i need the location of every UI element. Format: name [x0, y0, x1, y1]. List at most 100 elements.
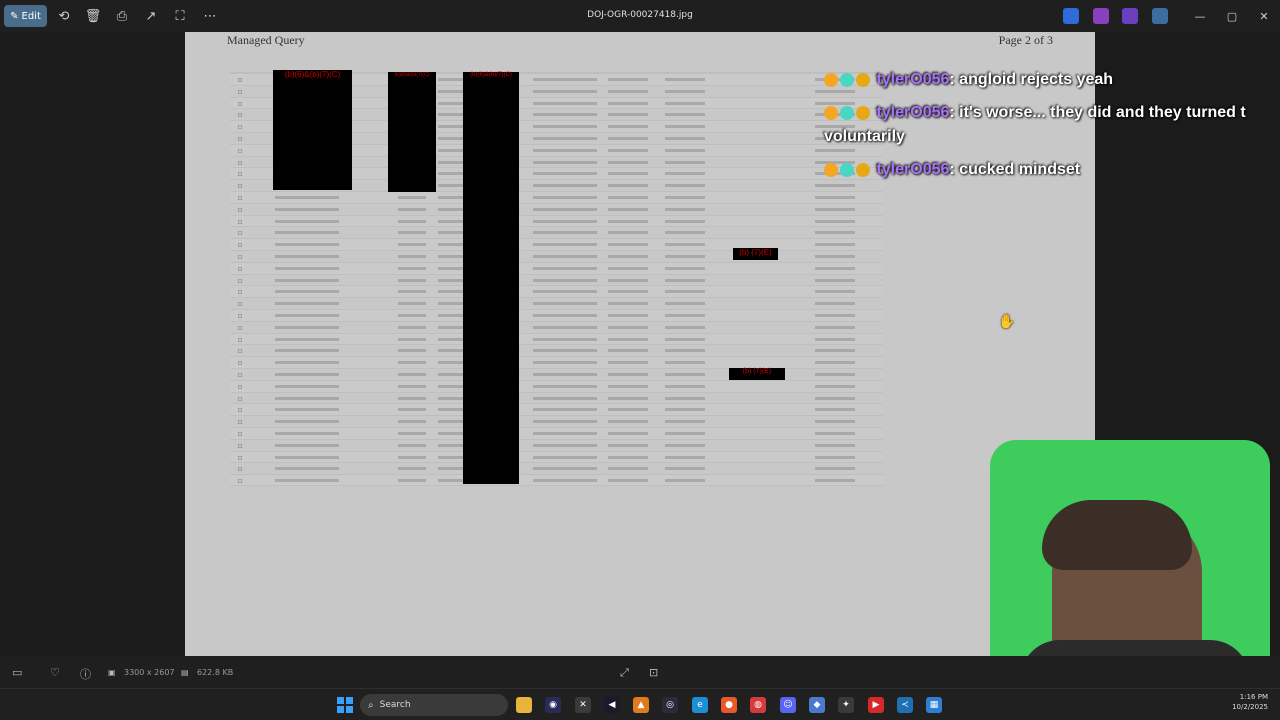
filmstrip-icon[interactable]: ▭ — [12, 666, 22, 679]
app-icon-obs[interactable]: ◉ — [545, 697, 561, 713]
table-cell — [533, 113, 597, 117]
table-cell — [275, 231, 339, 235]
table-cell — [608, 207, 648, 211]
app-icon-steam[interactable]: ◎ — [662, 697, 678, 713]
table-cell — [275, 243, 339, 247]
table-cell — [238, 467, 242, 472]
table-cell — [238, 325, 242, 330]
table-cell — [238, 420, 242, 425]
table-cell — [608, 314, 648, 317]
table-cell — [238, 196, 242, 200]
file-explorer-icon[interactable] — [516, 697, 532, 713]
table-cell — [665, 196, 705, 199]
table-cell — [275, 337, 339, 341]
vscode-icon[interactable]: ≺ — [897, 697, 913, 713]
print-icon[interactable]: ⎙ — [111, 6, 133, 26]
edge-icon[interactable]: e — [692, 697, 708, 713]
more-icon[interactable]: ⋯ — [199, 6, 221, 26]
table-cell — [238, 137, 242, 141]
table-cell — [665, 137, 705, 140]
actual-size-icon[interactable]: ⊡ — [649, 666, 658, 679]
table-row — [230, 332, 883, 345]
table-cell — [238, 89, 242, 94]
table-cell — [238, 432, 242, 436]
delete-icon[interactable]: 🗑 — [82, 6, 104, 26]
chat-message: tylerO056: angloid rejects yeah — [824, 68, 1280, 92]
table-cell — [275, 302, 339, 306]
edit-button[interactable]: ✎ Edit — [4, 5, 47, 27]
table-cell — [238, 148, 242, 153]
table-cell — [398, 302, 426, 306]
table-cell — [275, 207, 339, 211]
table-cell — [608, 373, 648, 376]
app-tray-icon-2[interactable] — [1093, 8, 1109, 24]
bits-badge-icon — [856, 163, 870, 178]
rotate-icon[interactable]: ⟲ — [53, 6, 75, 26]
table-cell — [398, 432, 426, 435]
table-cell — [238, 101, 242, 106]
photos-icon[interactable]: ▦ — [926, 697, 942, 713]
table-cell — [533, 361, 597, 365]
table-cell — [398, 361, 426, 365]
app-icon-gear[interactable]: ✦ — [838, 697, 854, 713]
table-cell — [815, 349, 855, 353]
favorite-icon[interactable]: ♡ — [50, 666, 60, 679]
crop-icon[interactable]: ⛶ — [169, 6, 191, 26]
table-cell — [665, 266, 705, 270]
redaction-label: (b) (7)(E) — [742, 368, 772, 375]
table-cell — [665, 420, 705, 424]
app-tray-icon-3[interactable] — [1122, 8, 1138, 24]
app-icon-red[interactable]: ▶ — [868, 697, 884, 713]
table-cell — [533, 314, 597, 317]
table-cell — [275, 219, 339, 223]
windows-start-icon[interactable] — [337, 697, 353, 713]
table-cell — [275, 373, 339, 376]
table-cell — [533, 290, 597, 294]
table-cell — [665, 349, 705, 353]
minimize-button[interactable]: — — [1186, 6, 1214, 26]
cloud-icon[interactable] — [1152, 8, 1168, 24]
crown-badge-icon — [824, 106, 838, 120]
close-button[interactable]: ✕ — [1250, 6, 1278, 26]
share-icon[interactable]: ↗ — [140, 6, 162, 26]
app-tray-icon-1[interactable] — [1063, 8, 1079, 24]
table-cell — [608, 302, 648, 306]
table-cell — [275, 479, 339, 483]
table-cell — [815, 302, 855, 306]
app-icon-xbox[interactable]: ✕ — [575, 697, 591, 713]
table-cell — [608, 101, 648, 105]
taskbar-search[interactable]: ⌕ Search — [360, 694, 508, 716]
table-cell — [533, 302, 597, 306]
table-cell — [608, 196, 648, 199]
app-icon-media[interactable]: ◀ — [604, 697, 620, 713]
chat-message: tylerO056: cucked mindset — [824, 158, 1280, 182]
crown-badge-icon — [824, 72, 838, 87]
sub-badge-icon — [840, 163, 854, 178]
taskbar-clock[interactable]: 1:16 PM 10/2/2025 — [1232, 692, 1268, 712]
table-cell — [533, 184, 597, 188]
table-cell — [665, 243, 705, 247]
clock-time: 1:16 PM — [1239, 693, 1268, 701]
chat-username[interactable]: tylerO056 — [876, 71, 949, 88]
table-cell — [608, 148, 648, 152]
table-cell — [533, 148, 597, 152]
edit-button-label: Edit — [21, 10, 41, 22]
chat-username[interactable]: tylerO056 — [876, 104, 949, 121]
chrome-icon[interactable]: ◍ — [750, 697, 766, 713]
taskbar: ⌕ Search ◉ ✕ ◀ ▲ ◎ e ● ◍ ☺ ◆ ✦ ▶ ≺ ▦ 1:1… — [0, 688, 1280, 720]
vlc-icon[interactable]: ▲ — [633, 697, 649, 713]
app-icon-blue[interactable]: ◆ — [809, 697, 825, 713]
table-cell — [608, 172, 648, 176]
maximize-button[interactable]: ▢ — [1218, 6, 1246, 26]
table-cell — [608, 349, 648, 353]
table-cell — [608, 125, 648, 129]
fit-to-window-icon[interactable]: ⤢ — [620, 666, 629, 680]
table-cell — [533, 78, 597, 81]
discord-icon[interactable]: ☺ — [780, 697, 796, 713]
table-cell — [275, 467, 339, 471]
firefox-icon[interactable]: ● — [721, 697, 737, 713]
info-icon[interactable]: ⓘ — [80, 666, 91, 682]
table-cell — [665, 361, 705, 365]
chat-username[interactable]: tylerO056 — [876, 162, 949, 179]
table-cell — [275, 443, 339, 447]
